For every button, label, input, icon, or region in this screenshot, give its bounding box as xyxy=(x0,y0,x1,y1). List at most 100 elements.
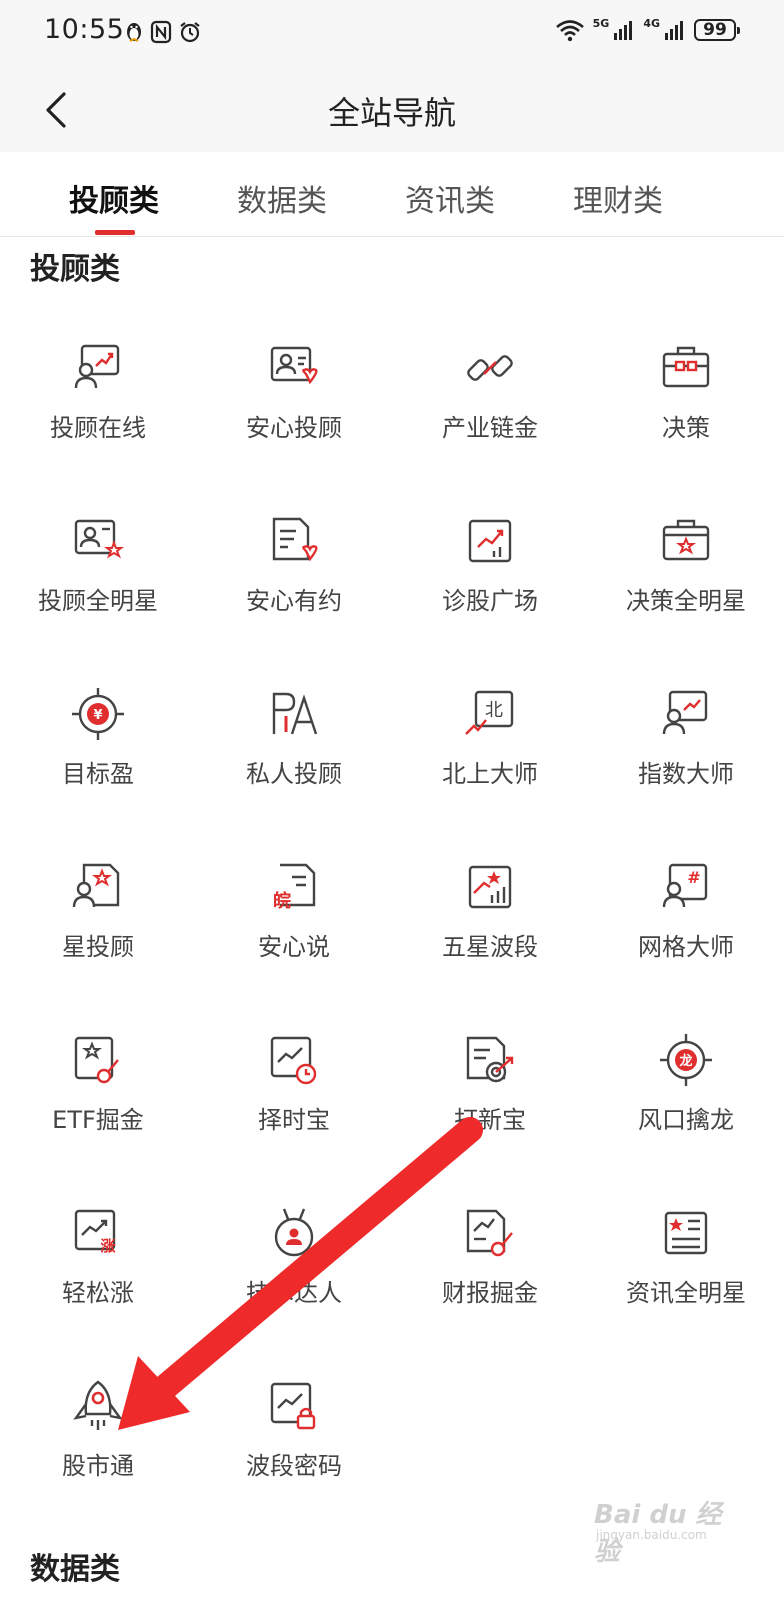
rocket-icon xyxy=(70,1378,126,1434)
nav-item-timing-treasure[interactable]: 择时宝 xyxy=(196,1022,392,1194)
active-tab-indicator xyxy=(95,230,135,235)
easy-rise-icon: 涨 xyxy=(70,1205,126,1261)
nav-item-industry-chain[interactable]: 产业链金 xyxy=(392,330,588,502)
icon-glyph-text: 皖 xyxy=(273,890,291,912)
nav-item-label: 指数大师 xyxy=(638,760,734,788)
nav-item-stock-connect[interactable]: 股市通 xyxy=(0,1368,196,1540)
category-tabs: 投顾类 数据类 资讯类 理财类 xyxy=(0,152,784,237)
nav-item-advisor-allstar[interactable]: 投顾全明星 xyxy=(0,503,196,675)
nav-item-label: 决策 xyxy=(662,414,710,442)
nav-item-advisor-online[interactable]: 投顾在线 xyxy=(0,330,196,502)
nav-item-northbound-master[interactable]: 北 北上大师 xyxy=(392,676,588,848)
icon-glyph-text: # xyxy=(687,868,700,887)
nav-item-label: 投顾全明星 xyxy=(38,587,158,615)
stock-diagnosis-icon xyxy=(462,513,518,569)
nav-item-label: 决策全明星 xyxy=(626,587,746,615)
ipo-treasure-icon xyxy=(462,1032,518,1088)
nav-item-label: 产业链金 xyxy=(442,414,538,442)
nav-item-stock-diagnosis[interactable]: 诊股广场 xyxy=(392,503,588,675)
nav-item-label: 打新宝 xyxy=(454,1106,526,1134)
nav-item-five-star-band[interactable]: 五星波段 xyxy=(392,849,588,1021)
section-title-data: 数据类 xyxy=(30,1552,120,1587)
northbound-master-icon: 北 xyxy=(462,686,518,742)
nav-item-ipo-treasure[interactable]: 打新宝 xyxy=(392,1022,588,1194)
nav-item-label: 五星波段 xyxy=(442,933,538,961)
nav-item-label: 技术达人 xyxy=(246,1279,342,1307)
nav-item-label: 股市通 xyxy=(62,1452,134,1480)
nav-item-label: 私人投顾 xyxy=(246,760,342,788)
signal-5g-label: 5G xyxy=(592,16,610,30)
wifi-icon xyxy=(555,20,584,42)
timing-treasure-icon xyxy=(266,1032,322,1088)
nav-item-label: 投顾在线 xyxy=(50,414,146,442)
icon-glyph-text: 涨 xyxy=(100,1237,115,1255)
status-notification-icons xyxy=(124,20,202,44)
news-allstar-icon xyxy=(658,1205,714,1261)
nav-item-etf-gold[interactable]: ETF掘金 xyxy=(0,1022,196,1194)
earnings-gold-icon xyxy=(462,1205,518,1261)
signal-4g-label: 4G xyxy=(643,16,660,30)
nav-item-label: 星投顾 xyxy=(62,933,134,961)
baidu-watermark: Bai du 经验 jingyan.baidu.com xyxy=(594,1488,744,1567)
nav-item-decision[interactable]: 决策 xyxy=(588,330,784,502)
nav-item-secure-appointment[interactable]: 安心有约 xyxy=(196,503,392,675)
etf-gold-icon xyxy=(70,1032,126,1088)
nav-item-target-profit[interactable]: ¥ 目标盈 xyxy=(0,676,196,848)
nav-item-tech-expert[interactable]: 技术达人 xyxy=(196,1195,392,1367)
nav-item-news-allstar[interactable]: 资讯全明星 xyxy=(588,1195,784,1367)
secure-advisor-icon xyxy=(266,340,322,396)
icon-glyph-text: 龙 xyxy=(679,1053,692,1069)
nav-item-secure-talk[interactable]: 皖 安心说 xyxy=(196,849,392,1021)
nav-item-label: 风口擒龙 xyxy=(638,1106,734,1134)
page-title: 全站导航 xyxy=(327,94,456,132)
nav-item-star-advisor[interactable]: 星投顾 xyxy=(0,849,196,1021)
tech-expert-icon xyxy=(266,1205,322,1261)
tab-wealth[interactable]: 理财类 xyxy=(553,176,683,220)
nav-item-label: 网格大师 xyxy=(638,933,734,961)
tab-news[interactable]: 资讯类 xyxy=(385,176,515,220)
nav-item-label: 目标盈 xyxy=(62,760,134,788)
nav-item-label: 北上大师 xyxy=(442,760,538,788)
nav-item-decision-allstar[interactable]: 决策全明星 xyxy=(588,503,784,675)
tab-data[interactable]: 数据类 xyxy=(217,176,347,220)
star-advisor-icon xyxy=(70,859,126,915)
nav-item-label: 安心有约 xyxy=(246,587,342,615)
signal-bars-icon xyxy=(665,21,683,40)
index-master-icon xyxy=(658,686,714,742)
nav-header: 全站导航 xyxy=(0,66,784,152)
nav-item-private-advisor[interactable]: 私人投顾 xyxy=(196,676,392,848)
nav-item-easy-rise[interactable]: 涨 轻松涨 xyxy=(0,1195,196,1367)
icon-glyph-text: 北 xyxy=(485,700,503,721)
advisor-online-icon xyxy=(70,340,126,396)
status-time: 10:55 xyxy=(44,14,125,45)
nav-item-label: 诊股广场 xyxy=(442,587,538,615)
tab-advisor[interactable]: 投顾类 xyxy=(49,176,179,220)
nav-item-label: 安心说 xyxy=(258,933,330,961)
advisor-allstar-icon xyxy=(70,513,126,569)
nav-item-grid-master[interactable]: # 网格大师 xyxy=(588,849,784,1021)
nav-item-earnings-gold[interactable]: 财报掘金 xyxy=(392,1195,588,1367)
nav-item-index-master[interactable]: 指数大师 xyxy=(588,676,784,848)
nav-item-band-code[interactable]: 波段密码 xyxy=(196,1368,392,1540)
nav-item-secure-advisor[interactable]: 安心投顾 xyxy=(196,330,392,502)
nav-item-label: 波段密码 xyxy=(246,1452,342,1480)
nfc-icon xyxy=(150,20,172,44)
secure-talk-icon: 皖 xyxy=(266,859,322,915)
nav-item-label: ETF掘金 xyxy=(52,1106,144,1134)
battery-level: 99 xyxy=(703,20,727,40)
industry-chain-icon xyxy=(462,340,518,396)
decision-briefcase-icon xyxy=(658,340,714,396)
icon-glyph-text: ¥ xyxy=(93,708,102,723)
five-star-band-icon xyxy=(462,859,518,915)
nav-item-label: 资讯全明星 xyxy=(626,1279,746,1307)
nav-item-dragon-target[interactable]: 龙 风口擒龙 xyxy=(588,1022,784,1194)
private-advisor-icon xyxy=(266,686,322,742)
status-bar: 10:55 5G 4G 99 xyxy=(0,0,784,66)
penguin-icon xyxy=(127,23,141,42)
watermark-url: jingyan.baidu.com xyxy=(596,1528,707,1542)
nav-item-label: 财报掘金 xyxy=(442,1279,538,1307)
battery-icon: 99 xyxy=(694,19,740,41)
alarm-icon xyxy=(180,22,200,43)
status-system-icons: 5G 4G 99 xyxy=(555,16,740,42)
target-profit-icon: ¥ xyxy=(70,686,126,742)
